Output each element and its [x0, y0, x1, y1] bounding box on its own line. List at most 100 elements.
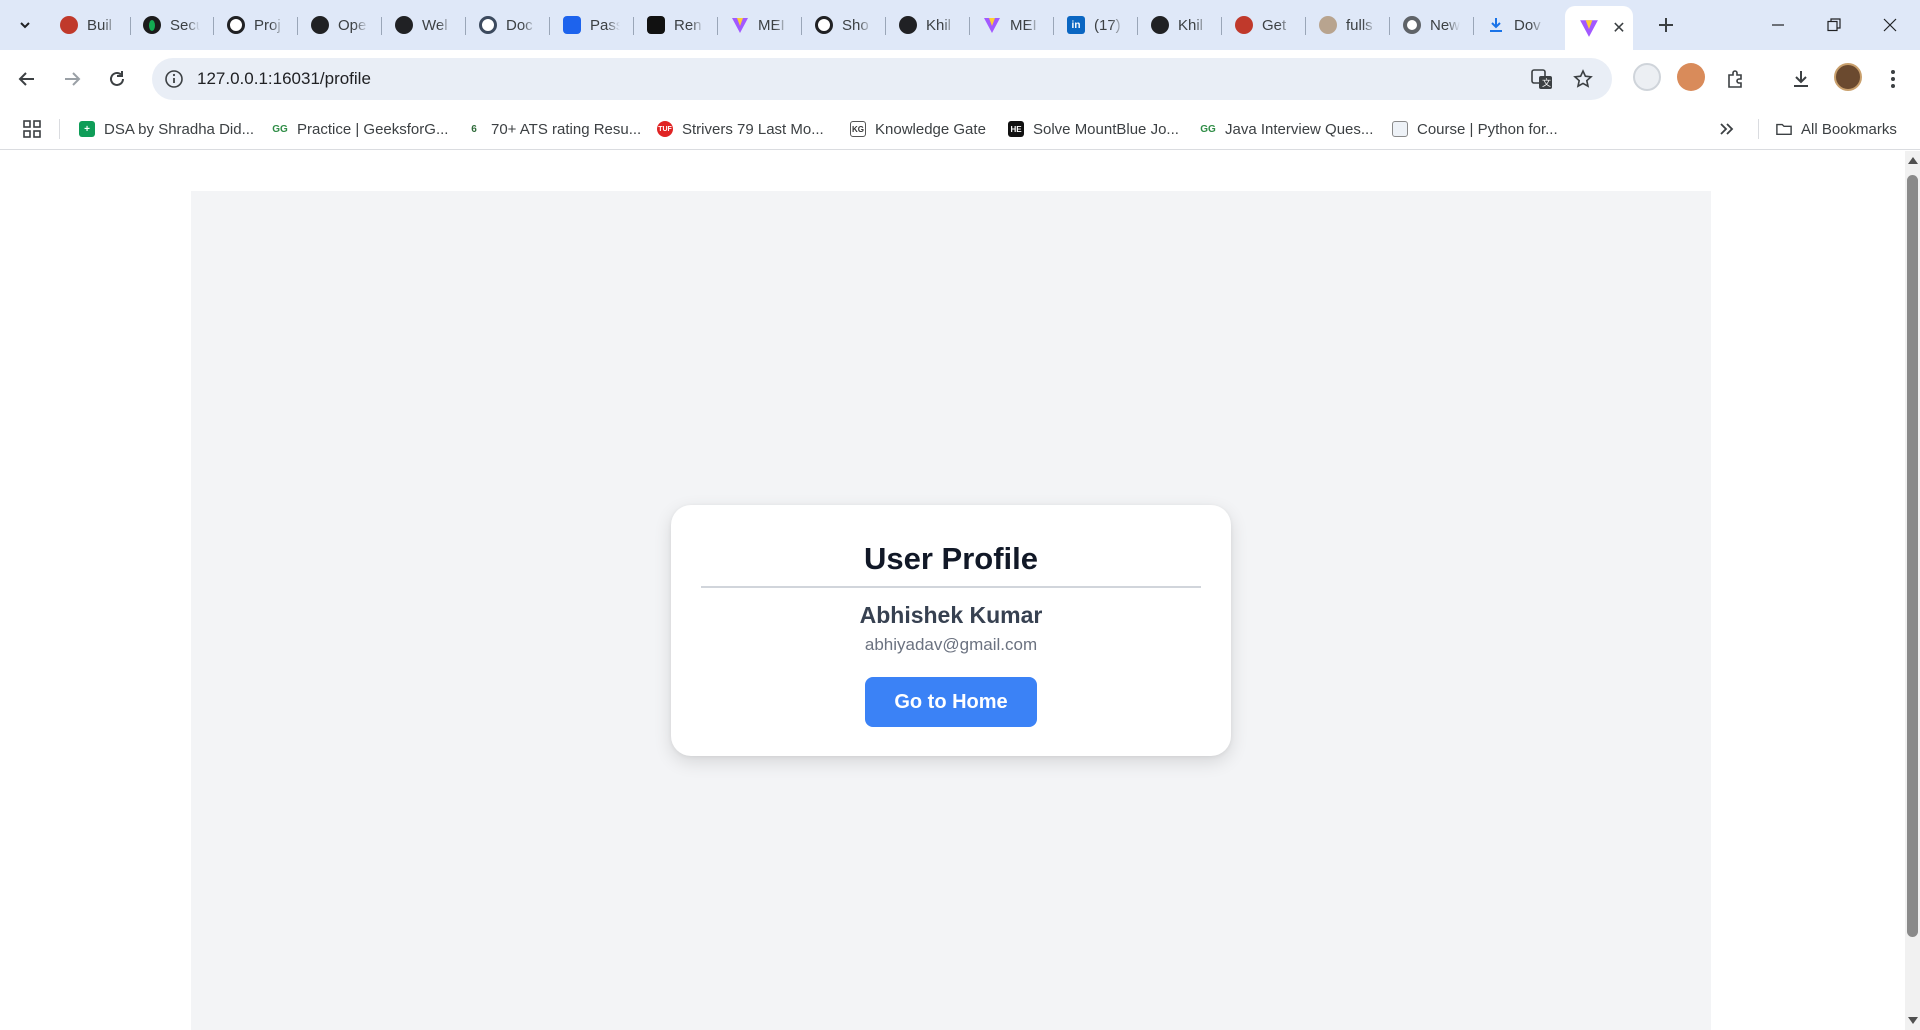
scroll-down-arrow-icon[interactable]	[1908, 1017, 1918, 1024]
download-icon	[1794, 71, 1808, 87]
scroll-up-arrow-icon[interactable]	[1908, 157, 1918, 164]
github-icon	[1151, 16, 1169, 34]
bookmark-label: Solve MountBlue Jo...	[1033, 120, 1179, 138]
plus-icon	[1659, 18, 1673, 32]
browser-tab[interactable]: MEI	[721, 9, 803, 41]
kebab-menu-icon	[1891, 70, 1895, 88]
bookmark-item[interactable]: + DSA by Shradha Did...	[79, 118, 254, 140]
bookmark-item[interactable]: KG Knowledge Gate	[850, 118, 986, 140]
close-tab-icon[interactable]: ✕	[1609, 18, 1629, 38]
browser-tab[interactable]: Ope	[301, 9, 383, 41]
profile-avatar[interactable]	[1834, 63, 1862, 91]
close-icon	[1883, 18, 1897, 32]
openai-icon	[227, 16, 245, 34]
reload-icon	[110, 71, 124, 86]
browser-tab[interactable]: New	[1393, 9, 1475, 41]
bookmark-item[interactable]: 6 70+ ATS rating Resu...	[466, 118, 641, 140]
tab-title: Dov	[1514, 16, 1541, 34]
user-email: abhiyadav@gmail.com	[864, 635, 1038, 654]
minimize-button[interactable]	[1750, 0, 1806, 50]
browser-tab[interactable]: Secu	[133, 9, 215, 41]
extension-icon[interactable]	[1633, 63, 1661, 91]
back-arrow-icon	[18, 72, 34, 86]
apps-grid-icon	[23, 120, 41, 138]
menu-button[interactable]	[1876, 62, 1910, 96]
browser-tab[interactable]: Sho	[805, 9, 887, 41]
reload-button[interactable]	[100, 62, 134, 96]
go-home-button[interactable]: Go to Home	[865, 677, 1037, 727]
gfg-icon: GG	[272, 123, 288, 135]
avatar-red-icon	[60, 16, 78, 34]
close-window-button[interactable]	[1862, 0, 1918, 50]
url-text[interactable]: 127.0.0.1:16031/profile	[197, 69, 371, 89]
bookmark-label: 70+ ATS rating Resu...	[491, 120, 642, 138]
more-bookmarks-button[interactable]	[1718, 118, 1734, 140]
bookmark-item[interactable]: HE Solve MountBlue Jo...	[1008, 118, 1179, 140]
bookmark-item[interactable]: GG Practice | GeeksforG...	[272, 118, 448, 140]
translate-icon[interactable]: 文	[1530, 67, 1554, 91]
tuf-icon: TUF	[657, 121, 673, 137]
bookmark-star-icon[interactable]	[1571, 67, 1595, 91]
address-bar[interactable]: 127.0.0.1:16031/profile 文	[152, 58, 1612, 100]
back-button[interactable]	[10, 62, 44, 96]
tab-title: Sho	[842, 16, 869, 34]
bookmark-label: Course | Python for...	[1417, 120, 1558, 138]
page-viewport: User Profile Abhishek Kumar abhiyadav@gm…	[0, 151, 1905, 1030]
browser-tab[interactable]: Buil	[50, 9, 132, 41]
browser-tab[interactable]: Pass	[553, 9, 635, 41]
browser-tab[interactable]: Khil	[889, 9, 971, 41]
vite-icon	[731, 16, 749, 34]
restore-icon	[1827, 18, 1841, 32]
forward-button[interactable]	[55, 62, 89, 96]
bookmark-item[interactable]: TUF Strivers 79 Last Mo...	[657, 118, 824, 140]
browser-tab[interactable]: Proj	[217, 9, 299, 41]
bookmark-label: Strivers 79 Last Mo...	[682, 120, 824, 138]
double-chevron-right-icon	[1720, 123, 1734, 135]
browser-tab[interactable]: Ren	[637, 9, 719, 41]
site-info-icon[interactable]	[164, 69, 184, 94]
browser-tab[interactable]: Dov	[1477, 9, 1559, 41]
docs-globe-icon	[479, 16, 497, 34]
browser-tab[interactable]: Khil	[1141, 9, 1223, 41]
openai-icon	[815, 16, 833, 34]
browser-tab[interactable]: Wel	[385, 9, 467, 41]
person-illustration-icon	[1319, 16, 1337, 34]
apps-button[interactable]	[22, 118, 42, 140]
browser-tab[interactable]: in (17)	[1057, 9, 1139, 41]
active-tab[interactable]: ✕	[1565, 6, 1633, 50]
extensions-button[interactable]	[1719, 62, 1753, 96]
hackerearth-icon: HE	[1008, 121, 1024, 137]
tab-title: Khil	[926, 16, 952, 34]
tab-title: MEI	[1010, 16, 1037, 34]
bookmark-item[interactable]: Course | Python for...	[1392, 118, 1558, 140]
bookmarks-bar: + DSA by Shradha Did... GG Practice | Ge…	[0, 108, 1920, 150]
divider	[701, 586, 1201, 588]
tab-title: MEI	[758, 16, 785, 34]
browser-tab[interactable]: MEI	[973, 9, 1055, 41]
puzzle-icon	[1728, 70, 1742, 88]
extension-face-icon[interactable]	[1677, 63, 1705, 91]
tab-title: Doc	[506, 16, 533, 34]
downloads-button[interactable]	[1784, 62, 1818, 96]
chevron-down-icon	[20, 22, 30, 29]
bookmark-label: Java Interview Ques...	[1225, 120, 1374, 138]
browser-tab[interactable]: Doc	[469, 9, 551, 41]
restore-button[interactable]	[1806, 0, 1862, 50]
vertical-scrollbar[interactable]	[1905, 151, 1920, 1030]
minimize-icon	[1772, 24, 1784, 26]
bookmark-label: DSA by Shradha Did...	[104, 120, 255, 138]
profile-card: User Profile Abhishek Kumar abhiyadav@gm…	[671, 505, 1231, 756]
new-tab-button[interactable]	[1651, 10, 1681, 40]
google-sheets-icon: +	[79, 121, 95, 137]
tab-title: Proj	[254, 16, 281, 34]
openai-dark-icon	[311, 16, 329, 34]
render-icon	[647, 16, 665, 34]
bookmark-label: Practice | GeeksforG...	[297, 120, 449, 138]
tab-title: Buil	[87, 16, 113, 34]
scroll-thumb[interactable]	[1907, 175, 1918, 937]
bookmark-item[interactable]: GG Java Interview Ques...	[1200, 118, 1373, 140]
browser-tab[interactable]: fulls	[1309, 9, 1391, 41]
tab-search-button[interactable]	[12, 12, 38, 38]
browser-tab[interactable]: Get	[1225, 9, 1307, 41]
all-bookmarks-button[interactable]: All Bookmarks	[1776, 118, 1897, 140]
